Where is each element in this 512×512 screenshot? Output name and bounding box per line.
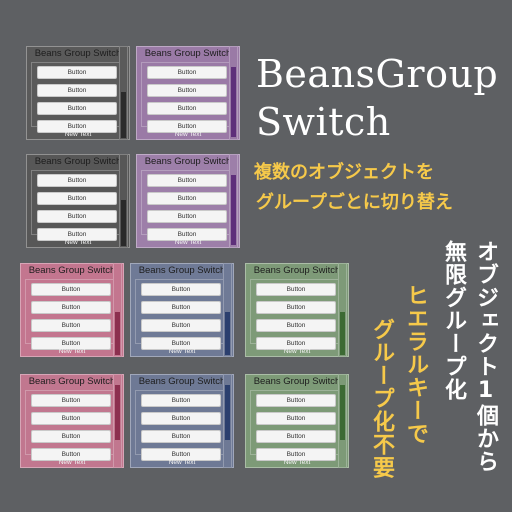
panel-scrollbar[interactable] [223, 374, 232, 468]
panel-footer-text: New Text [168, 459, 196, 466]
panel-button-2[interactable]: Button [31, 412, 111, 425]
tagline-line-2: グループごとに切り替え [256, 192, 453, 213]
panel-footer-text: New Text [283, 348, 311, 355]
panel-button-3[interactable]: Button [141, 319, 221, 332]
panel-footer-text: New Text [174, 239, 202, 246]
panel-scrollbar[interactable] [338, 263, 347, 357]
panel-footer-text: New Text [174, 131, 202, 138]
panel-footer-text: New Text [283, 459, 311, 466]
panel-scrollbar[interactable] [113, 263, 122, 357]
panel-scrollbar[interactable] [119, 154, 128, 248]
panel-button-3[interactable]: Button [256, 319, 336, 332]
panel-footer-text: New Text [64, 239, 92, 246]
panel-title: Beans Group Switch [138, 265, 226, 276]
group-switch-panel-4: Beans Group Switch Button Button Button … [136, 154, 240, 248]
panel-button-1[interactable]: Button [147, 66, 227, 79]
panel-button-2[interactable]: Button [37, 192, 117, 205]
scrollbar-thumb[interactable] [115, 385, 120, 440]
group-switch-panel-2: Beans Group Switch Button Button Button … [136, 46, 240, 140]
panel-button-1[interactable]: Button [37, 66, 117, 79]
panel-button-1[interactable]: Button [31, 394, 111, 407]
panel-button-2[interactable]: Button [256, 412, 336, 425]
panel-button-3[interactable]: Button [31, 430, 111, 443]
product-title: BeansGroup Switch [256, 50, 498, 146]
feature-text-col-4: グループ化不要 [369, 318, 394, 479]
scrollbar-thumb[interactable] [231, 67, 236, 137]
feature-text-col-1: オブジェクト1個から [473, 240, 498, 473]
product-title-line-2: Switch [256, 100, 391, 144]
feature-text-col-3: ヒエラルキーで [403, 284, 428, 445]
panel-footer-text: New Text [168, 348, 196, 355]
panel-button-1[interactable]: Button [141, 283, 221, 296]
scrollbar-thumb[interactable] [231, 175, 236, 245]
group-switch-panel-5: Beans Group Switch Button Button Button … [20, 263, 124, 357]
panel-scrollbar[interactable] [119, 46, 128, 140]
panel-button-1[interactable]: Button [141, 394, 221, 407]
tagline-line-1: 複数のオブジェクトを [254, 162, 434, 183]
group-switch-panel-7: Beans Group Switch Button Button Button … [245, 263, 349, 357]
panel-title: Beans Group Switch [28, 376, 116, 387]
panel-title: Beans Group Switch [34, 156, 122, 167]
scrollbar-thumb[interactable] [225, 312, 230, 355]
panel-button-3[interactable]: Button [256, 430, 336, 443]
scrollbar-thumb[interactable] [340, 385, 345, 440]
group-switch-panel-9: Beans Group Switch Button Button Button … [130, 374, 234, 468]
panel-title: Beans Group Switch [138, 376, 226, 387]
scrollbar-thumb[interactable] [121, 200, 126, 246]
panel-title: Beans Group Switch [253, 265, 341, 276]
panel-scrollbar[interactable] [338, 374, 347, 468]
panel-title: Beans Group Switch [144, 48, 232, 59]
group-switch-panel-3: Beans Group Switch Button Button Button … [26, 154, 130, 248]
group-switch-panel-10: Beans Group Switch Button Button Button … [245, 374, 349, 468]
panel-scrollbar[interactable] [223, 263, 232, 357]
panel-button-2[interactable]: Button [31, 301, 111, 314]
scrollbar-thumb[interactable] [340, 312, 345, 355]
scrollbar-thumb[interactable] [115, 312, 120, 355]
panel-button-3[interactable]: Button [147, 102, 227, 115]
product-title-line-1: BeansGroup [256, 52, 499, 96]
group-switch-panel-6: Beans Group Switch Button Button Button … [130, 263, 234, 357]
panel-button-2[interactable]: Button [141, 301, 221, 314]
panel-scrollbar[interactable] [229, 46, 238, 140]
panel-scrollbar[interactable] [229, 154, 238, 248]
panel-button-2[interactable]: Button [256, 301, 336, 314]
feature-text-col-2: 無限グループ化 [441, 240, 466, 401]
panel-button-1[interactable]: Button [256, 394, 336, 407]
panel-footer-text: New Text [58, 459, 86, 466]
panel-button-2[interactable]: Button [147, 84, 227, 97]
tagline: 複数のオブジェクトを グループごとに切り替え [254, 158, 453, 218]
group-switch-panel-1: Beans Group Switch Button Button Button … [26, 46, 130, 140]
panel-button-1[interactable]: Button [31, 283, 111, 296]
panel-scrollbar[interactable] [113, 374, 122, 468]
panel-title: Beans Group Switch [253, 376, 341, 387]
panel-footer-text: New Text [58, 348, 86, 355]
panel-footer-text: New Text [64, 131, 92, 138]
panel-title: Beans Group Switch [34, 48, 122, 59]
panel-button-3[interactable]: Button [37, 102, 117, 115]
panel-button-3[interactable]: Button [141, 430, 221, 443]
panel-button-1[interactable]: Button [147, 174, 227, 187]
panel-button-2[interactable]: Button [141, 412, 221, 425]
panel-button-2[interactable]: Button [147, 192, 227, 205]
scrollbar-thumb[interactable] [225, 385, 230, 440]
group-switch-panel-8: Beans Group Switch Button Button Button … [20, 374, 124, 468]
panel-title: Beans Group Switch [144, 156, 232, 167]
scrollbar-thumb[interactable] [121, 92, 126, 138]
panel-title: Beans Group Switch [28, 265, 116, 276]
panel-button-2[interactable]: Button [37, 84, 117, 97]
panel-button-1[interactable]: Button [37, 174, 117, 187]
panel-button-1[interactable]: Button [256, 283, 336, 296]
panel-button-3[interactable]: Button [31, 319, 111, 332]
panel-button-3[interactable]: Button [37, 210, 117, 223]
panel-button-3[interactable]: Button [147, 210, 227, 223]
